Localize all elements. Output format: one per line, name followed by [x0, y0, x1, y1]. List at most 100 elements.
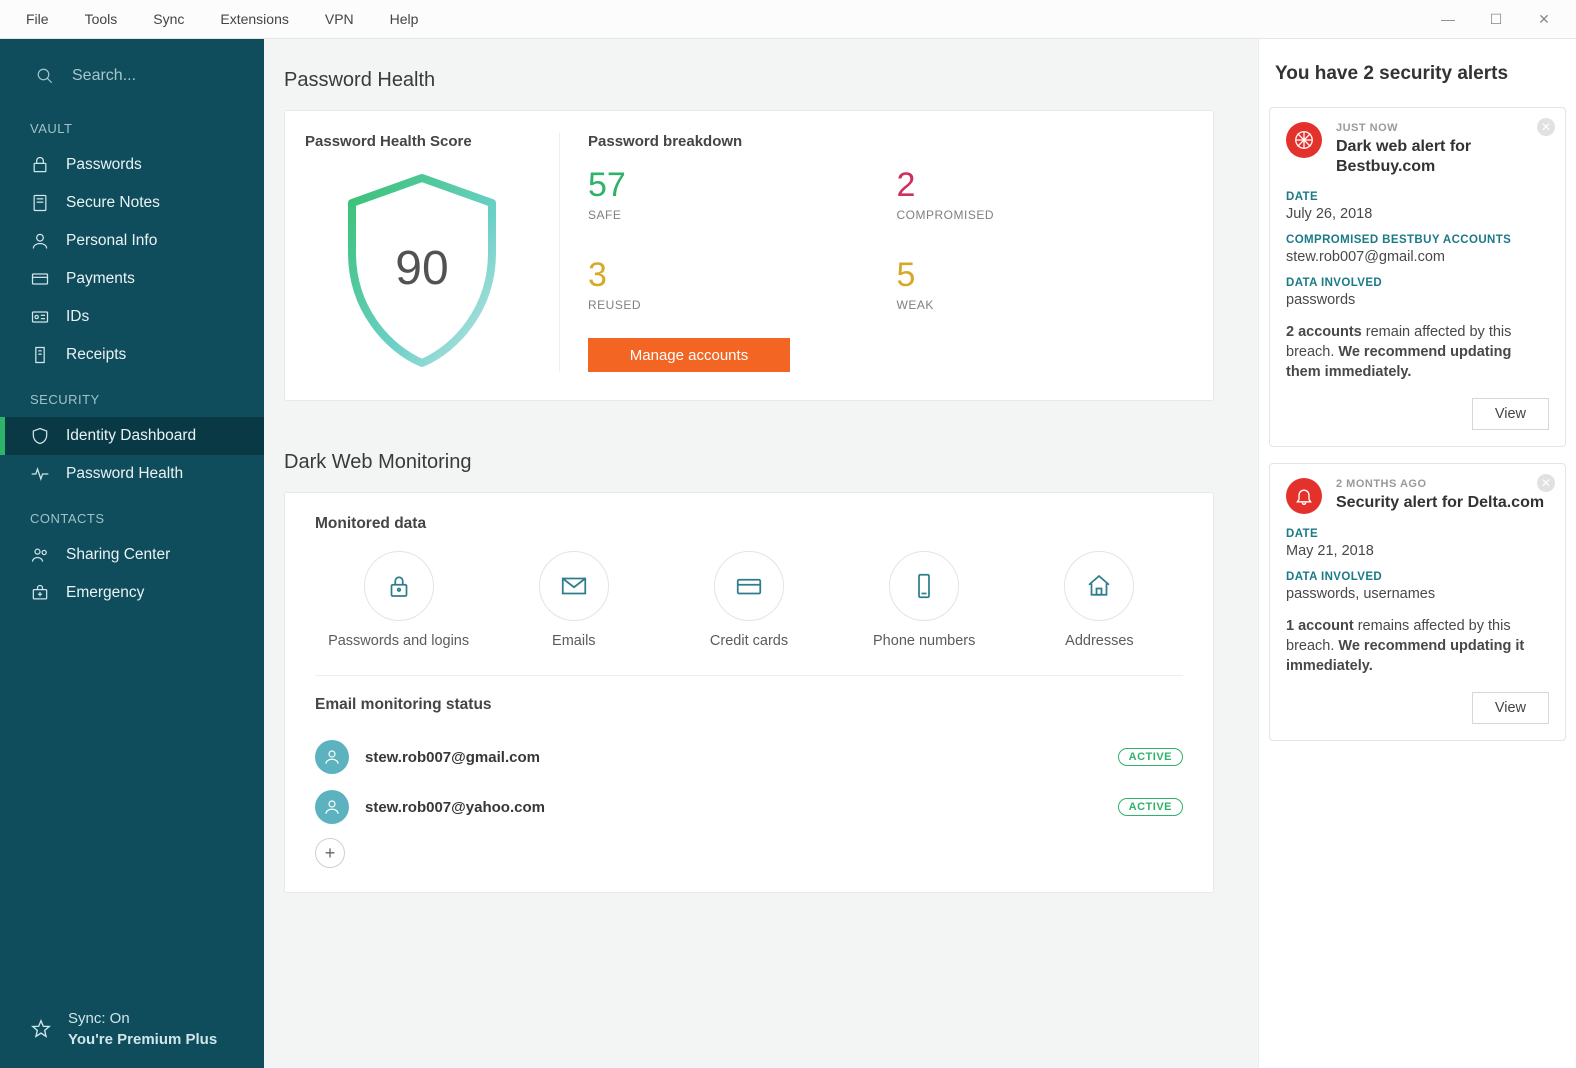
health-score-label: Password Health Score	[305, 133, 539, 150]
window-controls: — ☐ ✕	[1434, 11, 1576, 28]
alert-field-value: May 21, 2018	[1286, 543, 1549, 559]
window-close-icon[interactable]: ✕	[1530, 11, 1558, 28]
menu-help[interactable]: Help	[372, 1, 437, 37]
card-icon	[30, 269, 50, 289]
status-badge: ACTIVE	[1118, 798, 1183, 816]
monitored-addresses[interactable]: Addresses	[1016, 551, 1183, 649]
email-status-label: Email monitoring status	[315, 696, 1183, 714]
breakdown-pane: Password breakdown 57 SAFE 2 COMPROMISED…	[560, 133, 1213, 372]
sidebar-section-contacts: CONTACTS	[0, 493, 264, 536]
breakdown-label: Password breakdown	[588, 133, 1185, 150]
menubar-items: File Tools Sync Extensions VPN Help	[0, 1, 436, 37]
menu-vpn[interactable]: VPN	[307, 1, 372, 37]
search-input[interactable]	[72, 67, 244, 85]
breakdown-grid: 57 SAFE 2 COMPROMISED 3 REUSED 5 WEAK	[588, 168, 1185, 312]
monitored-col-label: Passwords and logins	[328, 633, 469, 649]
sync-status-text: Sync: On	[68, 1008, 217, 1029]
email-row: stew.rob007@yahoo.com ACTIVE	[315, 782, 1183, 832]
alert-title: Dark web alert for Bestbuy.com	[1336, 137, 1549, 177]
people-icon	[30, 545, 50, 565]
sidebar-item-identity-dashboard[interactable]: Identity Dashboard	[0, 417, 264, 455]
email-address: stew.rob007@yahoo.com	[365, 799, 1102, 816]
sidebar-item-passwords[interactable]: Passwords	[0, 146, 264, 184]
monitored-cards[interactable]: Credit cards	[665, 551, 832, 649]
sidebar-item-password-health[interactable]: Password Health	[0, 455, 264, 493]
phone-icon	[909, 571, 939, 601]
search-icon	[36, 67, 54, 85]
sidebar-item-label: Passwords	[66, 156, 142, 174]
alert-view-button[interactable]: View	[1472, 398, 1549, 430]
divider	[315, 675, 1183, 676]
health-score-pane: Password Health Score 90	[285, 133, 560, 372]
sidebar-footer: Sync: On You're Premium Plus	[0, 994, 264, 1068]
sidebar-item-payments[interactable]: Payments	[0, 260, 264, 298]
menu-sync[interactable]: Sync	[135, 1, 202, 37]
window-minimize-icon[interactable]: —	[1434, 11, 1462, 28]
plan-status-text: You're Premium Plus	[68, 1029, 217, 1050]
person-icon	[30, 231, 50, 251]
add-email-button[interactable]: +	[315, 838, 345, 868]
sidebar-item-label: Password Health	[66, 465, 183, 483]
avatar	[315, 740, 349, 774]
sidebar-item-secure-notes[interactable]: Secure Notes	[0, 184, 264, 222]
monitored-phones[interactable]: Phone numbers	[841, 551, 1008, 649]
menu-file[interactable]: File	[8, 1, 67, 37]
alert-description: 2 accounts remain affected by this breac…	[1286, 322, 1549, 382]
sidebar-item-emergency[interactable]: Emergency	[0, 574, 264, 612]
alert-bell-icon	[1286, 478, 1322, 514]
alert-field-label: DATE	[1286, 528, 1549, 540]
alert-field-value: passwords, usernames	[1286, 586, 1549, 602]
card-icon	[734, 571, 764, 601]
status-badge: ACTIVE	[1118, 748, 1183, 766]
lock-icon	[30, 155, 50, 175]
sidebar-item-ids[interactable]: IDs	[0, 298, 264, 336]
shield-icon	[30, 426, 50, 446]
sidebar-item-personal-info[interactable]: Personal Info	[0, 222, 264, 260]
monitored-col-label: Credit cards	[710, 633, 788, 649]
alert-field-value: stew.rob007@gmail.com	[1286, 249, 1549, 265]
manage-accounts-button[interactable]: Manage accounts	[588, 338, 790, 372]
alert-field-value: passwords	[1286, 292, 1549, 308]
monitored-col-label: Addresses	[1065, 633, 1134, 649]
monitored-emails[interactable]: Emails	[490, 551, 657, 649]
alert-close-button[interactable]: ✕	[1537, 474, 1555, 492]
monitored-data-label: Monitored data	[315, 515, 1183, 533]
health-score-shield: 90	[332, 168, 512, 368]
alert-time: JUST NOW	[1336, 122, 1549, 134]
alert-web-icon	[1286, 122, 1322, 158]
breakdown-safe-count: 57	[588, 168, 877, 202]
note-icon	[30, 193, 50, 213]
sidebar-item-label: Secure Notes	[66, 194, 160, 212]
breakdown-safe-label: SAFE	[588, 208, 877, 222]
sidebar-item-label: Personal Info	[66, 232, 157, 250]
breakdown-comp-count: 2	[897, 168, 1186, 202]
password-health-title: Password Health	[264, 39, 1250, 110]
alert-title: Security alert for Delta.com	[1336, 493, 1549, 513]
sidebar: VAULT Passwords Secure Notes Personal In…	[0, 39, 264, 1068]
breakdown-reuse-label: REUSED	[588, 298, 877, 312]
alerts-title: You have 2 security alerts	[1269, 57, 1566, 107]
menu-extensions[interactable]: Extensions	[202, 1, 306, 37]
darkweb-card: Monitored data Passwords and logins Emai…	[284, 492, 1214, 893]
main-content: Password Health Password Health Score 90…	[264, 39, 1250, 1068]
pulse-icon	[30, 464, 50, 484]
darkweb-title: Dark Web Monitoring	[264, 421, 1250, 492]
lock-icon	[384, 571, 414, 601]
person-icon	[323, 798, 341, 816]
sidebar-item-label: Sharing Center	[66, 546, 170, 564]
monitored-passwords[interactable]: Passwords and logins	[315, 551, 482, 649]
sidebar-item-label: Payments	[66, 270, 135, 288]
sidebar-item-sharing-center[interactable]: Sharing Center	[0, 536, 264, 574]
mail-icon	[559, 571, 589, 601]
menu-tools[interactable]: Tools	[67, 1, 136, 37]
sidebar-item-label: Emergency	[66, 584, 144, 602]
person-icon	[323, 748, 341, 766]
window-maximize-icon[interactable]: ☐	[1482, 11, 1510, 28]
breakdown-weak: 5 WEAK	[897, 258, 1186, 312]
alert-view-button[interactable]: View	[1472, 692, 1549, 724]
sidebar-item-receipts[interactable]: Receipts	[0, 336, 264, 374]
monitored-col-label: Phone numbers	[873, 633, 975, 649]
alert-close-button[interactable]: ✕	[1537, 118, 1555, 136]
breakdown-weak-count: 5	[897, 258, 1186, 292]
monitored-col-label: Emails	[552, 633, 596, 649]
